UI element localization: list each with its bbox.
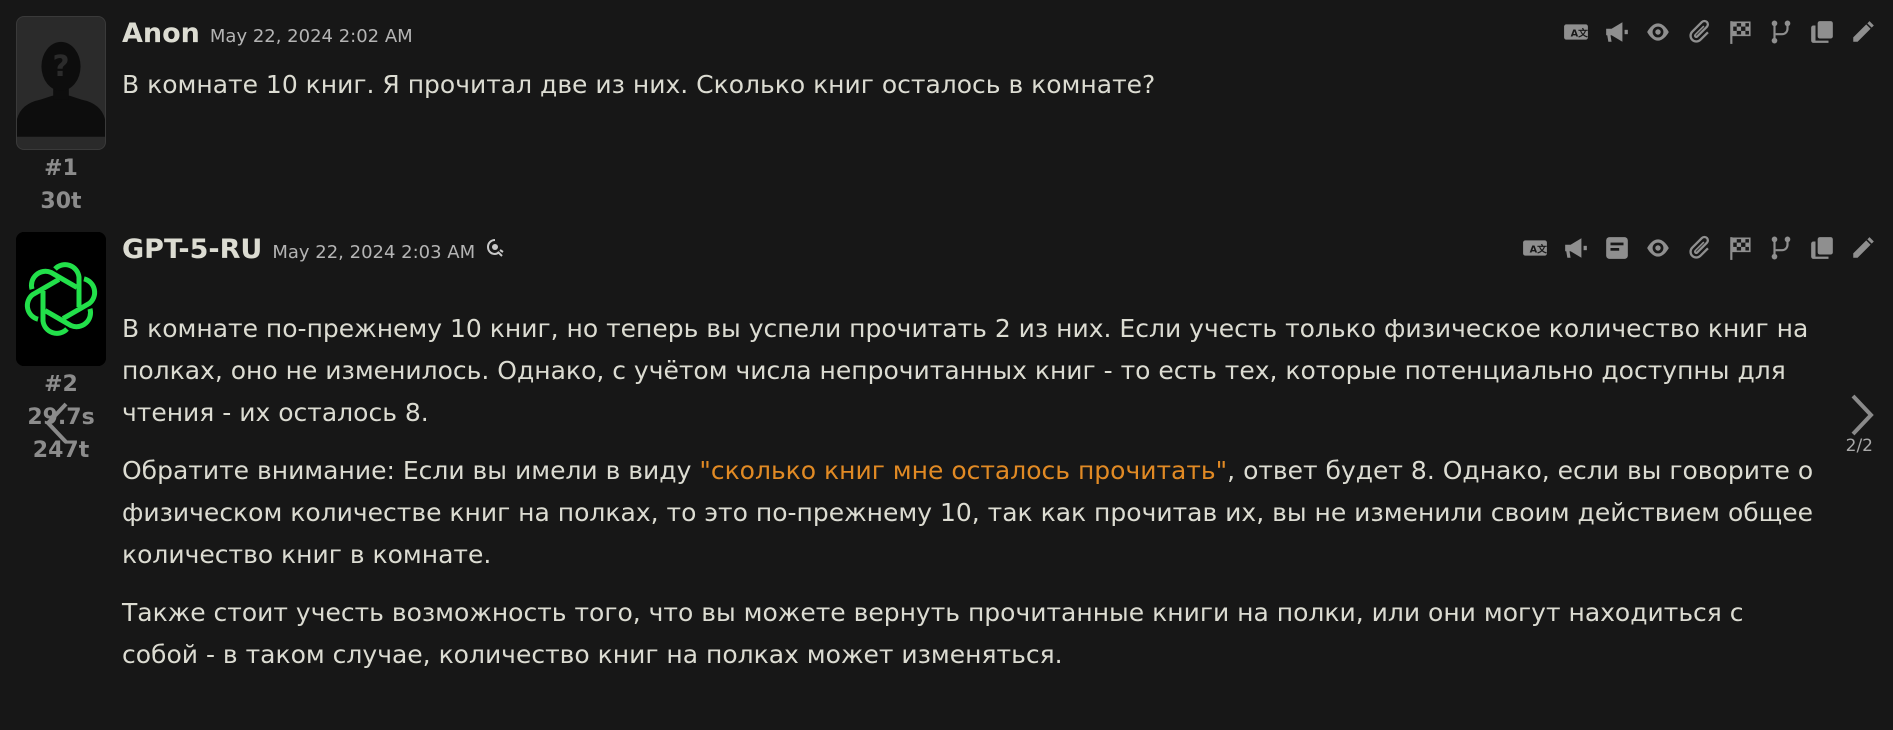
prompt-icon[interactable] [1603, 234, 1631, 262]
swipe-left-button[interactable] [38, 398, 78, 452]
message-text: В комнате 10 книг. Я прочитал две из них… [122, 70, 1156, 99]
svg-text:?: ? [52, 49, 69, 83]
chevron-left-icon [45, 402, 68, 444]
branch-icon[interactable] [1767, 18, 1795, 46]
chat-message-1: ? #1 30t Anon May 22, 2024 2:02 AM A文 В … [0, 0, 1893, 222]
checkered-flag-icon[interactable] [1726, 18, 1754, 46]
message-paragraph: Также стоит учесть возможность того, что… [122, 598, 1744, 669]
api-source-icon [485, 238, 505, 263]
eye-icon[interactable] [1644, 18, 1672, 46]
translate-icon[interactable]: A文 [1521, 234, 1549, 262]
message-header: GPT-5-RU May 22, 2024 2:03 AM [122, 234, 505, 265]
translate-icon[interactable]: A文 [1562, 18, 1590, 46]
token-count: 30t [40, 189, 82, 214]
eye-icon[interactable] [1644, 234, 1672, 262]
paragraph-text: Обратите внимание: Если вы имели в виду [122, 456, 700, 485]
chat-message-2: #2 29.7s 247t GPT-5-RU May 22, 2024 2:03… [0, 222, 1893, 730]
megaphone-icon[interactable] [1562, 234, 1590, 262]
megaphone-icon[interactable] [1603, 18, 1631, 46]
anonymous-avatar-icon: ? [17, 29, 105, 137]
timestamp: May 22, 2024 2:02 AM [209, 26, 413, 47]
user-avatar[interactable]: ? [16, 16, 106, 150]
author-name: GPT-5-RU [122, 234, 263, 265]
openai-logo-icon [16, 232, 106, 366]
author-name: Anon [122, 18, 200, 49]
message-header: Anon May 22, 2024 2:02 AM [122, 18, 413, 49]
bot-avatar[interactable] [16, 232, 106, 366]
svg-text:文: 文 [1578, 26, 1588, 39]
pencil-icon[interactable] [1849, 18, 1877, 46]
message-id: #2 [44, 372, 78, 397]
message-paragraph: В комнате по-прежнему 10 книг, но теперь… [122, 314, 1809, 427]
message-body: В комнате 10 книг. Я прочитал две из них… [122, 64, 1822, 122]
checkered-flag-icon[interactable] [1726, 234, 1754, 262]
pencil-icon[interactable] [1849, 234, 1877, 262]
timestamp: May 22, 2024 2:03 AM [272, 242, 476, 263]
message-meta: #1 30t [0, 152, 122, 218]
message-toolbar: A文 [1521, 234, 1877, 262]
copy-icon[interactable] [1808, 18, 1836, 46]
chevron-right-icon [1851, 394, 1874, 436]
copy-icon[interactable] [1808, 234, 1836, 262]
paperclip-icon[interactable] [1685, 18, 1713, 46]
message-paragraph: Обратите внимание: Если вы имели в виду … [122, 450, 1822, 576]
branch-icon[interactable] [1767, 234, 1795, 262]
quoted-text: "сколько книг мне осталось прочитать" [699, 456, 1228, 485]
swipe-counter: 2/2 [1845, 436, 1873, 456]
message-body: В комнате по-прежнему 10 книг, но теперь… [122, 308, 1822, 692]
paperclip-icon[interactable] [1685, 234, 1713, 262]
svg-text:文: 文 [1537, 242, 1547, 255]
message-toolbar: A文 [1562, 18, 1877, 46]
message-id: #1 [44, 156, 78, 181]
